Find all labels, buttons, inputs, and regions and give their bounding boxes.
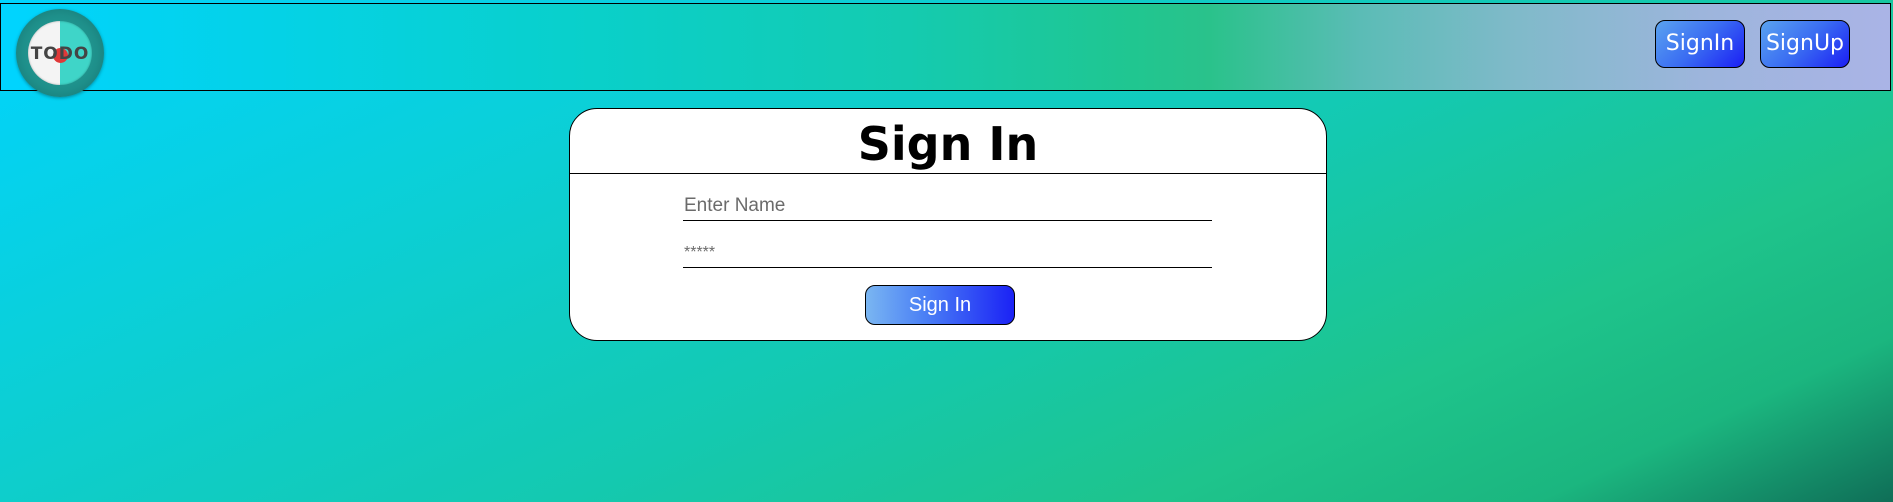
signin-submit-button[interactable]: Sign In <box>865 285 1015 325</box>
password-input[interactable] <box>683 238 1212 268</box>
nav-signup-button[interactable]: SignUp <box>1760 20 1850 68</box>
todo-logo-icon[interactable]: TODO <box>16 9 104 97</box>
page-title: Sign In <box>570 109 1326 174</box>
logo-text: TODO <box>30 44 90 64</box>
name-input[interactable] <box>683 191 1212 221</box>
signin-card: Sign In Sign In <box>569 108 1327 341</box>
top-navbar: TODO SignIn SignUp <box>0 3 1891 97</box>
nav-signin-button[interactable]: SignIn <box>1655 20 1745 68</box>
